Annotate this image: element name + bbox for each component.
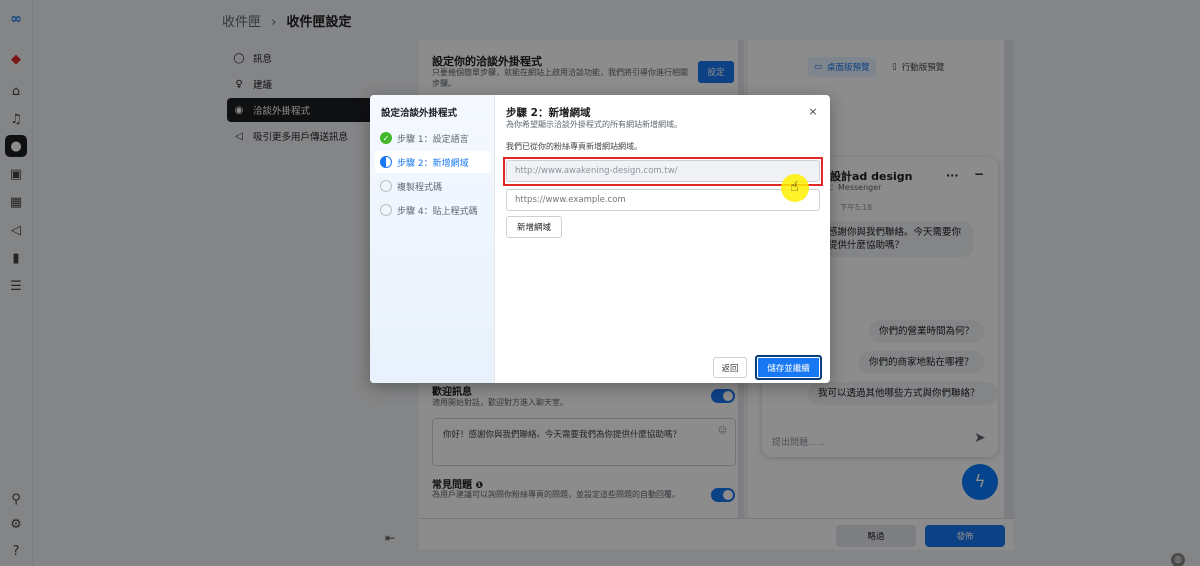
- dialog-subtitle: 為你希望顯示洽談外掛程式的所有網站新增網域。: [506, 120, 682, 129]
- step-3[interactable]: 複製程式碼: [375, 175, 491, 197]
- domain-note: 我們已從你的粉絲專頁新增網站網域。: [506, 142, 642, 151]
- steps-panel-title: 設定洽談外掛程式: [381, 108, 458, 119]
- chat-plugin-setup-dialog: 設定洽談外掛程式 ✓ 步驟 1：設定語言 步驟 2：新增網域 複製程式碼 步驟 …: [370, 95, 830, 383]
- step-1[interactable]: ✓ 步驟 1：設定語言: [375, 127, 491, 149]
- steps-panel: 設定洽談外掛程式 ✓ 步驟 1：設定語言 步驟 2：新增網域 複製程式碼 步驟 …: [370, 95, 495, 383]
- step-label: 步驟 1：設定語言: [397, 134, 469, 145]
- step-label: 複製程式碼: [397, 182, 443, 193]
- empty-circle-icon: [380, 204, 392, 216]
- save-and-continue-button[interactable]: 儲存並繼續: [755, 355, 822, 380]
- check-circle-icon: ✓: [380, 132, 392, 144]
- close-icon[interactable]: ×: [806, 104, 820, 118]
- new-domain-input[interactable]: [506, 189, 820, 211]
- empty-circle-icon: [380, 180, 392, 192]
- existing-domain-field[interactable]: http://www.awakening-design.com.tw/: [506, 160, 820, 182]
- hand-cursor-icon: ☝: [790, 179, 799, 195]
- step-label: 步驟 2：新增網域: [397, 158, 469, 169]
- step-2[interactable]: 步驟 2：新增網域: [375, 151, 491, 173]
- step-label: 步驟 4：貼上程式碼: [397, 206, 478, 217]
- step-4[interactable]: 步驟 4：貼上程式碼: [375, 199, 491, 221]
- add-domain-button[interactable]: 新增網域: [506, 216, 562, 238]
- half-circle-icon: [380, 156, 392, 168]
- dialog-title: 步驟 2：新增網域: [506, 107, 591, 119]
- back-button[interactable]: 返回: [713, 357, 747, 378]
